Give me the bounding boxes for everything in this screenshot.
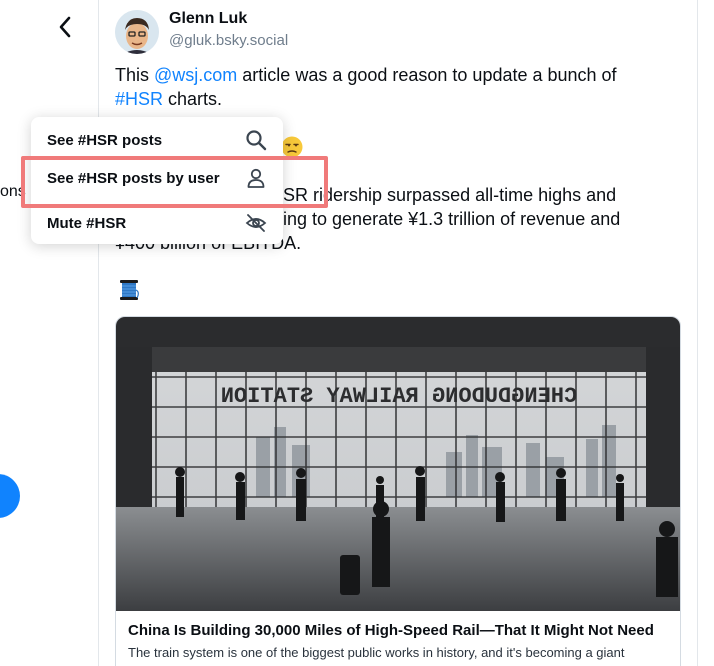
chevron-left-icon (59, 16, 71, 38)
station-photo: CHENGDUDONG RAILWAY STATION (116, 317, 680, 611)
eye-slash-icon (245, 212, 267, 234)
post-text-para-2-line-1: SR ridership surpassed all-time highs an… (283, 185, 617, 205)
link-card-title[interactable]: China Is Building 30,000 Miles of High-S… (128, 622, 654, 639)
link-card-description: The train system is one of the biggest p… (128, 645, 625, 660)
left-sidebar: ons (0, 0, 98, 666)
avatar[interactable] (115, 10, 159, 54)
post-text-para-2-line-2: ing to generate ¥1.3 trillion of revenue… (283, 209, 621, 229)
sidebar-partial-label: ons (0, 183, 26, 200)
hashtag-context-menu: See #HSR posts See #HSR posts by user Mu… (31, 117, 283, 244)
menu-item-see-hashtag-posts[interactable]: See #HSR posts (31, 120, 283, 160)
mention-link[interactable]: @wsj.com (154, 65, 237, 85)
hashtag-link[interactable]: #HSR (115, 89, 163, 109)
menu-item-mute-hashtag[interactable]: Mute #HSR (31, 203, 283, 243)
spool-of-thread-icon (120, 280, 139, 300)
search-icon (245, 129, 267, 151)
unamused-face-icon (281, 136, 303, 158)
link-card[interactable]: CHENGDUDONG RAILWAY STATION China Is Bui… (115, 316, 681, 666)
station-sign-text: CHENGDUDONG RAILWAY STATION (221, 384, 577, 409)
author-name[interactable]: Glenn Luk (169, 10, 247, 28)
menu-item-see-hashtag-posts-by-user[interactable]: See #HSR posts by user (31, 158, 283, 198)
post-text-line-1: This @wsj.com article was a good reason … (115, 65, 617, 85)
compose-button[interactable] (0, 474, 20, 518)
post-text-line-2: #HSR charts. (115, 89, 223, 109)
back-button[interactable] (52, 12, 78, 42)
author-handle[interactable]: @gluk.bsky.social (169, 32, 288, 49)
person-icon (245, 167, 267, 189)
